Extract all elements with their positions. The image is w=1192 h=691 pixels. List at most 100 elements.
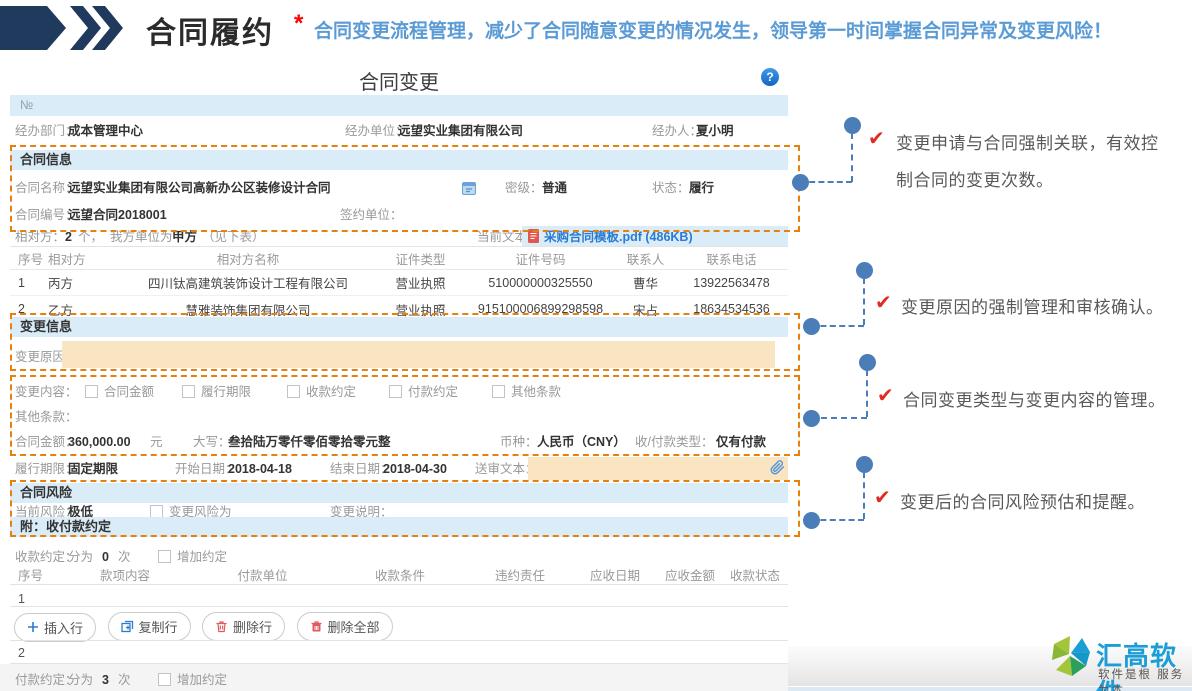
callout-line xyxy=(866,370,868,417)
callout-text: 变更申请与合同强制关联，有效控 xyxy=(896,129,1159,154)
counterparty-suffix: 个， xyxy=(78,228,103,246)
copy-row-button[interactable]: 复制行 xyxy=(108,612,191,641)
numero-bar: № xyxy=(10,95,788,116)
cell: 510000000325550 xyxy=(473,276,608,290)
cell: 营业执照 xyxy=(368,273,473,292)
row-actions: 插入行 复制行 删除行 删除全部 xyxy=(14,612,401,642)
period-row: 履行期限： 固定期限 开始日期： 2018-04-18 结束日期： 2018-0… xyxy=(10,460,788,478)
calendar-icon[interactable] xyxy=(462,181,476,195)
attachment-link[interactable]: 采购合同模板.pdf (486KB) xyxy=(544,228,693,246)
split-label: 分为 xyxy=(68,671,93,689)
amount-unit: 元 xyxy=(150,433,163,451)
callout-dot xyxy=(859,354,876,371)
callout-text: 合同变更类型与变更内容的管理。 xyxy=(903,386,1166,411)
amount-row: 合同金额： 360,000.00 元 大写： 叁拾陆万零仟零佰零拾零元整 币种：… xyxy=(10,433,788,451)
cell: 慧雅装饰集团有限公司 xyxy=(128,300,368,319)
insert-row-button[interactable]: 插入行 xyxy=(14,613,96,642)
divider xyxy=(10,246,788,247)
delete-row-button[interactable]: 删除行 xyxy=(202,612,285,641)
col-header: 相对方名称 xyxy=(128,249,368,268)
unit-value: 远望实业集团有限公司 xyxy=(398,122,523,140)
our-side-prefix: 我方单位为 xyxy=(110,228,173,246)
checkbox-add-pay-term[interactable] xyxy=(158,673,171,686)
receive-times: 0 xyxy=(102,548,109,566)
page: 合同履约 * 合同变更流程管理，减少了合同随意变更的情况发生，领导第一时间掌握合… xyxy=(0,0,1192,691)
callout-line xyxy=(863,278,865,325)
amount-words-label: 大写： xyxy=(193,433,231,451)
col-header: 收款状态 xyxy=(725,565,780,584)
change-reason-input[interactable] xyxy=(62,341,775,368)
contract-name-row: 合同名称： 远望实业集团有限公司高新办公区装修设计合同 密级： 普通 状态： 履… xyxy=(10,179,788,197)
counterparty-label: 相对方： xyxy=(15,228,65,246)
callout-dot xyxy=(856,456,873,473)
checkbox-contract-amount[interactable] xyxy=(85,385,98,398)
plus-icon xyxy=(27,621,39,633)
table-row: 1 丙方 四川钛高建筑装饰设计工程有限公司 营业执照 5100000003255… xyxy=(10,270,788,296)
checkbox-receive-terms[interactable] xyxy=(287,385,300,398)
product-title: 合同履约 xyxy=(146,8,274,52)
times-unit: 次 xyxy=(118,548,131,566)
callout-dot xyxy=(792,174,809,191)
cell: 丙方 xyxy=(48,273,128,292)
col-header: 收款条件 xyxy=(335,565,465,584)
counterparty-table-header: 序号 相对方 相对方名称 证件类型 证件号码 联系人 联系电话 xyxy=(10,248,788,270)
secrecy-label: 密级： xyxy=(505,179,543,197)
split-label: 分为 xyxy=(68,548,93,566)
receive-terms-row: 收款约定： 分为 0 次 增加约定 xyxy=(10,548,788,566)
checkbox-performance-period[interactable] xyxy=(182,385,195,398)
check-icon: ✔ xyxy=(875,290,892,315)
callout-text: 制合同的变更次数。 xyxy=(896,166,1054,191)
option-label: 收款约定 xyxy=(306,383,356,401)
change-content-label: 变更内容： xyxy=(15,383,78,401)
col-header: 序号 xyxy=(10,565,60,584)
col-header: 序号 xyxy=(10,249,48,268)
check-icon: ✔ xyxy=(874,485,891,510)
start-date-value: 2018-04-18 xyxy=(228,460,292,478)
add-term-label: 增加约定 xyxy=(177,671,227,689)
help-icon[interactable]: ? xyxy=(761,68,779,86)
chevron-banner-icon xyxy=(0,6,132,50)
delete-all-button[interactable]: 删除全部 xyxy=(297,612,393,641)
callout-line xyxy=(863,472,865,519)
callout-line xyxy=(851,133,853,182)
currency-value: 人民币（CNY） xyxy=(537,433,626,451)
checkbox-add-receive-term[interactable] xyxy=(158,550,171,563)
secrecy-value: 普通 xyxy=(542,179,567,197)
section-risk: 合同风险 xyxy=(10,483,788,503)
option-label: 付款约定 xyxy=(408,383,458,401)
pay-times: 3 xyxy=(102,671,109,689)
col-header: 应收日期 xyxy=(575,565,655,584)
row-number: 2 xyxy=(18,644,25,662)
check-icon: ✔ xyxy=(877,383,894,408)
counterparty-summary-row: 相对方： 2 个， 我方单位为 甲方 （见下表） 当前文本： 采购合同模板.pd… xyxy=(10,228,788,246)
pay-terms-row: 付款约定： 分为 3 次 增加约定 xyxy=(10,671,788,689)
cell: 1 xyxy=(10,276,48,290)
callout-dot xyxy=(803,410,820,427)
paperclip-icon[interactable] xyxy=(770,460,785,475)
cell: 宋占 xyxy=(608,300,683,319)
pdf-icon xyxy=(528,229,539,243)
payment-row-2: 2 xyxy=(10,644,788,662)
contract-no-value: 远望合同2018001 xyxy=(68,206,167,224)
review-text-input[interactable] xyxy=(528,457,788,480)
divider xyxy=(10,640,788,641)
trash-all-icon xyxy=(310,620,323,633)
times-unit: 次 xyxy=(118,671,131,689)
col-header: 付款单位 xyxy=(190,565,335,584)
col-header: 款项内容 xyxy=(60,565,190,584)
cell: 乙方 xyxy=(48,300,128,319)
section-pay-appendix: 附：收付款约定 xyxy=(10,517,788,537)
contract-name-value: 远望实业集团有限公司高新办公区装修设计合同 xyxy=(68,179,331,197)
cell: 曹华 xyxy=(608,273,683,292)
cell: 18634534536 xyxy=(683,302,780,316)
sign-unit-label: 签约单位： xyxy=(340,206,403,224)
other-terms-label: 其他条款： xyxy=(15,408,78,426)
checkbox-other-terms[interactable] xyxy=(492,385,505,398)
cell: 2 xyxy=(10,302,48,316)
col-header: 联系电话 xyxy=(683,249,780,268)
checkbox-pay-terms[interactable] xyxy=(389,385,402,398)
cell: 营业执照 xyxy=(368,300,473,319)
agent-row: 经办部门： 成本管理中心 经办单位： 远望实业集团有限公司 经办人： 夏小明 xyxy=(10,122,788,140)
col-header: 证件号码 xyxy=(473,249,608,268)
copy-icon xyxy=(121,620,134,633)
